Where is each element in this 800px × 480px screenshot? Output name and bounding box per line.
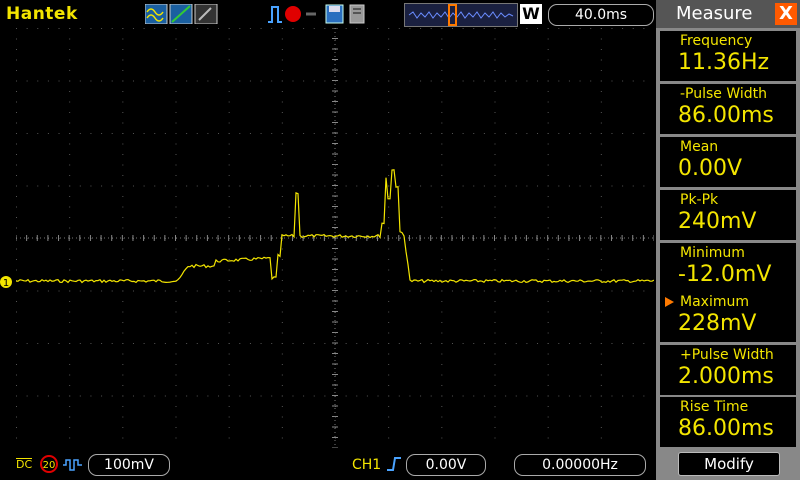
timebase-readout[interactable]: 40.0ms <box>548 4 654 26</box>
invert-icon <box>63 459 82 471</box>
trigger-source-label: CH1 <box>352 457 382 473</box>
measure-value: 240mV <box>678 209 757 234</box>
close-button[interactable]: X <box>775 3 797 25</box>
measure-value: 86.00ms <box>678 103 774 128</box>
ch1-level-marker[interactable]: 1 <box>0 276 13 289</box>
measure-value: -12.0mV <box>678 262 772 287</box>
measure-label: -Pulse Width <box>680 86 768 102</box>
panel-title: Measure <box>676 3 753 24</box>
measure-value: 0.00V <box>678 156 743 181</box>
measure-panel-header: Measure X <box>656 0 800 28</box>
measure-item-frequency[interactable]: Frequency 11.36Hz <box>660 31 796 81</box>
brand-logo: Hantek <box>6 4 78 24</box>
modify-button[interactable]: Modify <box>678 452 780 476</box>
selected-arrow-icon <box>665 297 674 307</box>
measure-item-neg-pulse-width[interactable]: -Pulse Width 86.00ms <box>660 84 796 134</box>
measure-label: Mean <box>680 139 719 155</box>
ch1-trace <box>16 169 654 284</box>
top-status-bar: Hantek W 40.0ms <box>0 0 655 28</box>
measure-label: Rise Time <box>680 399 749 415</box>
trigger-level-readout[interactable]: 0.00V <box>406 454 486 476</box>
svg-text:1: 1 <box>3 278 9 289</box>
measure-value: 11.36Hz <box>678 50 770 75</box>
measure-item-maximum[interactable]: Maximum 228mV <box>660 292 796 342</box>
measure-item-rise-time[interactable]: Rise Time 86.00ms <box>660 397 796 447</box>
measure-label: Frequency <box>680 33 753 49</box>
measure-label: Minimum <box>680 245 745 261</box>
measure-value: 2.000ms <box>678 364 774 389</box>
trigger-edge-icon <box>387 457 401 471</box>
trigger-frequency-readout: 0.00000Hz <box>514 454 646 476</box>
measure-item-mean[interactable]: Mean 0.00V <box>660 137 796 187</box>
memory-timeline[interactable] <box>404 3 518 27</box>
measure-panel: Measure X Frequency 11.36Hz -Pulse Width… <box>656 0 800 480</box>
waveform-display[interactable] <box>16 28 654 448</box>
coupling-label: DC <box>16 458 33 471</box>
measure-item-pos-pulse-width[interactable]: +Pulse Width 2.000ms <box>660 345 796 395</box>
bandwidth-limit-icon: 20 <box>40 455 58 473</box>
measure-label: Pk-Pk <box>680 192 719 208</box>
measure-item-minimum[interactable]: Minimum -12.0mV <box>660 243 796 293</box>
measure-label: +Pulse Width <box>680 347 774 363</box>
volts-div-readout[interactable]: 100mV <box>88 454 170 476</box>
measure-value: 228mV <box>678 311 757 336</box>
run-control-icons[interactable] <box>266 4 396 24</box>
measure-value: 86.00ms <box>678 416 774 441</box>
display-mode-icons[interactable] <box>145 4 220 24</box>
waveform-graticule <box>16 28 654 448</box>
measure-item-pk-pk[interactable]: Pk-Pk 240mV <box>660 190 796 240</box>
svg-text:20: 20 <box>43 460 56 471</box>
center-axes <box>16 28 654 448</box>
mode-badge: W <box>520 4 542 24</box>
measure-label: Maximum <box>680 294 749 310</box>
